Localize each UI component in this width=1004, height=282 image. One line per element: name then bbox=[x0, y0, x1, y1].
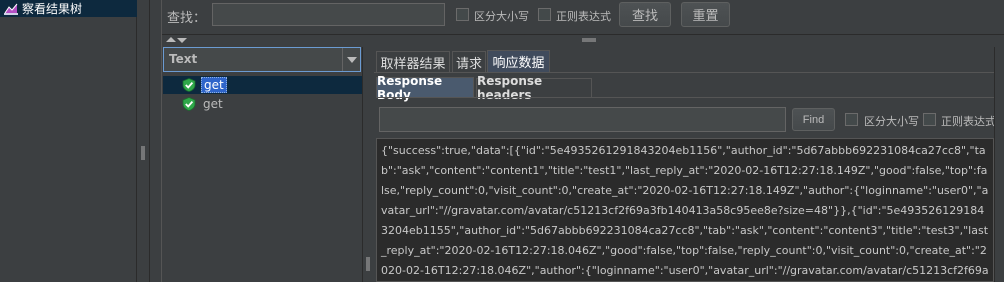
success-shield-icon bbox=[182, 78, 196, 92]
tab-response-headers[interactable]: Response headers bbox=[476, 74, 592, 102]
test-plan-tree: 察看结果树 bbox=[0, 0, 137, 282]
renderer-select[interactable]: Text bbox=[163, 47, 361, 72]
search-bar: 查找： 区分大小写 正则表达式 查找 重置 bbox=[162, 0, 1004, 34]
success-shield-icon bbox=[182, 97, 196, 111]
body-case-sensitive-label: 区分大小写 bbox=[864, 115, 919, 128]
body-search-input[interactable] bbox=[379, 107, 786, 132]
tree-node-view-results-tree[interactable]: 察看结果树 bbox=[0, 0, 137, 17]
chevron-down-icon bbox=[346, 56, 357, 63]
case-sensitive-checkbox[interactable] bbox=[456, 8, 469, 21]
reset-button[interactable]: 重置 bbox=[681, 2, 730, 27]
result-tree-row[interactable]: get bbox=[163, 76, 362, 94]
divider bbox=[376, 97, 1004, 98]
result-tree: get get bbox=[163, 75, 362, 282]
right-scroll-edge bbox=[994, 47, 1004, 282]
expand-down-icon[interactable] bbox=[177, 38, 187, 43]
tab-sampler-result[interactable]: 取样器结果 bbox=[376, 51, 450, 72]
tree-node-label: 察看结果树 bbox=[22, 2, 83, 16]
divider bbox=[162, 34, 1004, 35]
renderer-selected-value: Text bbox=[169, 52, 198, 66]
response-body-text[interactable]: {"success":true,"data":[{"id":"5e4935261… bbox=[376, 138, 994, 282]
collapse-up-icon[interactable] bbox=[166, 37, 176, 42]
tab-request[interactable]: 请求 bbox=[452, 51, 486, 72]
tab-response-body[interactable]: Response Body bbox=[376, 74, 474, 102]
body-regex-label: 正则表达式 bbox=[941, 115, 996, 128]
splitter-grip bbox=[366, 257, 370, 271]
main-splitter[interactable] bbox=[137, 0, 150, 282]
case-sensitive-label: 区分大小写 bbox=[474, 10, 529, 23]
inner-splitter[interactable] bbox=[363, 47, 373, 282]
find-button[interactable]: 查找 bbox=[619, 2, 671, 27]
tab-response-data[interactable]: 响应数据 bbox=[487, 50, 550, 72]
splitter-grip bbox=[141, 146, 145, 160]
dropdown-button[interactable] bbox=[342, 48, 360, 71]
splitter-grip[interactable] bbox=[582, 38, 596, 42]
body-case-sensitive-checkbox[interactable] bbox=[845, 113, 858, 126]
search-input[interactable] bbox=[212, 3, 445, 26]
result-label: get bbox=[201, 77, 227, 93]
regex-checkbox[interactable] bbox=[538, 8, 551, 21]
panel-edge bbox=[150, 0, 162, 282]
result-label: get bbox=[203, 97, 223, 111]
chart-icon bbox=[4, 3, 18, 15]
search-label: 查找： bbox=[167, 11, 207, 26]
body-regex-checkbox[interactable] bbox=[923, 113, 936, 126]
regex-label: 正则表达式 bbox=[556, 10, 611, 23]
body-find-button[interactable]: Find bbox=[792, 108, 835, 131]
result-tree-row[interactable]: get bbox=[163, 95, 362, 113]
